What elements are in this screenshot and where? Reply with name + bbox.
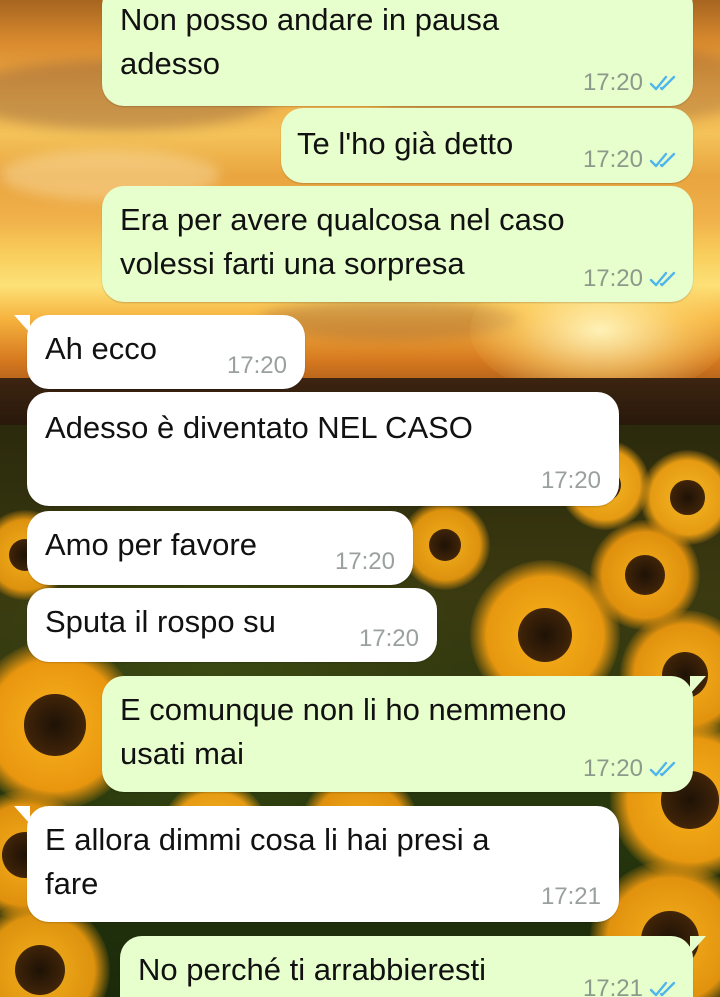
message-meta: 17:20 <box>541 468 601 494</box>
message-time: 17:20 <box>334 548 395 575</box>
message-time: 17:21 <box>582 975 643 997</box>
message-text: Era per avere qualcosa nel caso volessi … <box>120 202 565 281</box>
message-bubble-incoming[interactable]: Amo per favore 17:20 <box>27 511 413 585</box>
double-check-icon <box>649 271 676 287</box>
message-time: 17:20 <box>582 755 643 782</box>
message-meta: 17:20 <box>583 147 679 173</box>
message-text: Adesso è diventato NEL CASO <box>45 410 473 445</box>
message-time: 17:21 <box>540 883 601 910</box>
chat-view: Non posso andare in pausa adesso 17:20 T… <box>0 0 720 997</box>
message-time: 17:20 <box>358 625 419 652</box>
message-time: 17:20 <box>582 265 643 292</box>
message-meta: 17:21 <box>541 884 601 910</box>
message-bubble-outgoing[interactable]: E comunque non li ho nemmeno usati mai 1… <box>102 676 706 792</box>
double-check-icon <box>649 75 676 91</box>
message-text: E allora dimmi cosa li hai presi a fare <box>45 822 490 901</box>
message-time: 17:20 <box>540 467 601 494</box>
bubble-tail <box>14 315 30 333</box>
message-bubble-outgoing[interactable]: Te l'ho già detto 17:20 <box>281 108 693 183</box>
message-text: Non posso andare in pausa adesso <box>120 2 500 81</box>
message-bubble-incoming[interactable]: Sputa il rospo su 17:20 <box>27 588 437 662</box>
message-text: No perché ti arrabbieresti <box>138 952 487 987</box>
message-meta: 17:20 <box>583 266 679 292</box>
bubble-tail <box>690 676 706 694</box>
message-meta: 17:20 <box>335 549 395 575</box>
message-bubble-outgoing[interactable]: Era per avere qualcosa nel caso volessi … <box>102 186 693 302</box>
message-bubble-incoming[interactable]: Ah ecco 17:20 <box>14 315 305 389</box>
double-check-icon <box>649 761 676 777</box>
message-text: E comunque non li ho nemmeno usati mai <box>120 692 567 771</box>
message-bubble-outgoing[interactable]: No perché ti arrabbieresti 17:21 <box>120 936 706 997</box>
message-text: Ah ecco <box>45 331 158 366</box>
message-meta: 17:20 <box>583 756 679 782</box>
message-meta: 17:20 <box>359 626 419 652</box>
message-bubble-outgoing[interactable]: Non posso andare in pausa adesso 17:20 <box>102 0 693 106</box>
message-text: Amo per favore <box>45 527 257 562</box>
message-meta: 17:21 <box>583 976 679 997</box>
bubble-tail <box>14 806 30 824</box>
message-meta: 17:20 <box>227 353 287 379</box>
message-bubble-incoming[interactable]: Adesso è diventato NEL CASO 17:20 <box>27 392 619 506</box>
message-time: 17:20 <box>226 352 287 379</box>
double-check-icon <box>649 981 676 997</box>
message-time: 17:20 <box>582 146 643 173</box>
bubble-tail <box>690 936 706 954</box>
message-meta: 17:20 <box>583 70 679 96</box>
message-text: Sputa il rospo su <box>45 604 276 639</box>
message-bubble-incoming[interactable]: E allora dimmi cosa li hai presi a fare … <box>14 806 619 922</box>
message-text: Te l'ho già detto <box>297 126 514 161</box>
message-time: 17:20 <box>582 69 643 96</box>
double-check-icon <box>649 152 676 168</box>
